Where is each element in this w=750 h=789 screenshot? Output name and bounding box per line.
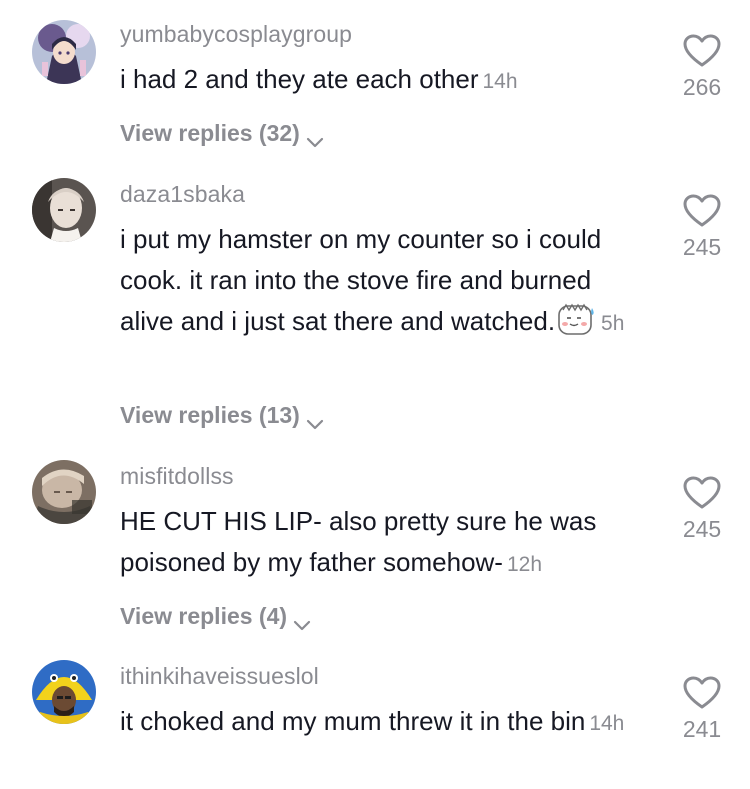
chevron-down-icon bbox=[293, 611, 311, 630]
view-replies-label: View replies (13) bbox=[120, 402, 300, 428]
username[interactable]: misfitdollss bbox=[120, 463, 234, 490]
avatar[interactable] bbox=[32, 660, 96, 724]
comment-body: i had 2 and they ate each other bbox=[120, 64, 479, 94]
heart-icon bbox=[672, 476, 732, 510]
avatar[interactable] bbox=[32, 460, 96, 524]
like-button[interactable]: 245 bbox=[672, 194, 732, 261]
timestamp: 14h bbox=[482, 70, 518, 93]
view-replies-label: View replies (32) bbox=[120, 120, 300, 146]
username[interactable]: daza1sbaka bbox=[120, 181, 245, 208]
like-button[interactable]: 241 bbox=[672, 676, 732, 743]
comment-text: i put my hamster on my counter so i coul… bbox=[120, 219, 650, 344]
comment-text: HE CUT HIS LIP- also pretty sure he was … bbox=[120, 501, 650, 585]
heart-icon bbox=[672, 676, 732, 710]
username[interactable]: yumbabycosplaygroup bbox=[120, 21, 352, 48]
chevron-down-icon bbox=[306, 410, 324, 429]
comment-text: it choked and my mum threw it in the bin… bbox=[120, 701, 650, 744]
sweat-smile-emoji-icon bbox=[557, 302, 597, 336]
comment-body: i put my hamster on my counter so i coul… bbox=[120, 224, 602, 336]
like-count: 241 bbox=[682, 716, 722, 742]
like-count: 245 bbox=[682, 234, 722, 260]
view-replies-label: View replies (4) bbox=[120, 603, 288, 629]
timestamp: 14h bbox=[589, 712, 625, 735]
like-count: 266 bbox=[682, 74, 722, 100]
username[interactable]: ithinkihaveissueslol bbox=[120, 663, 319, 690]
heart-icon bbox=[672, 194, 732, 228]
heart-icon bbox=[672, 34, 732, 68]
avatar[interactable] bbox=[32, 20, 96, 84]
comment-text: i had 2 and they ate each other 14h bbox=[120, 59, 650, 102]
timestamp: 5h bbox=[601, 312, 625, 335]
view-replies-button[interactable]: View replies (13) bbox=[120, 402, 324, 429]
comment-body: it choked and my mum threw it in the bin bbox=[120, 706, 586, 736]
view-replies-button[interactable]: View replies (4) bbox=[120, 603, 311, 630]
timestamp: 12h bbox=[506, 553, 543, 576]
like-button[interactable]: 266 bbox=[672, 34, 732, 101]
like-count: 245 bbox=[682, 516, 722, 542]
avatar[interactable] bbox=[32, 178, 96, 242]
like-button[interactable]: 245 bbox=[672, 476, 732, 543]
view-replies-button[interactable]: View replies (32) bbox=[120, 120, 324, 147]
chevron-down-icon bbox=[306, 128, 324, 147]
